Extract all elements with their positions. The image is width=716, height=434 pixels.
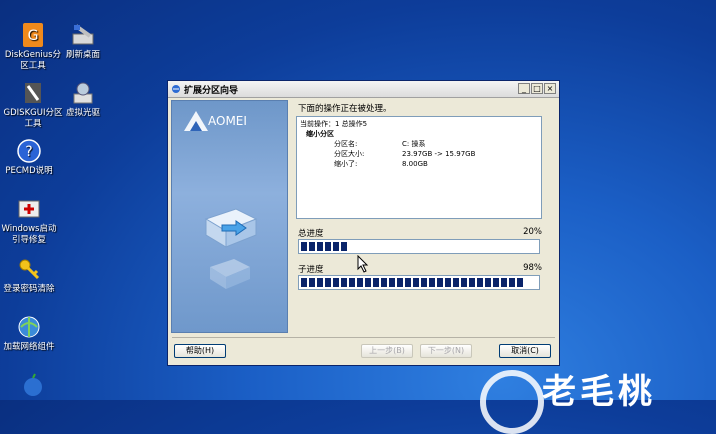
progress-segment bbox=[453, 278, 459, 287]
refresh-desktop-icon bbox=[72, 24, 94, 45]
log-row: 缩小了: 8.00GB bbox=[300, 159, 538, 169]
progress-segment bbox=[517, 278, 523, 287]
password-clear-icon bbox=[19, 259, 40, 280]
progress-segment bbox=[389, 278, 395, 287]
maximize-button[interactable]: □ bbox=[531, 83, 543, 94]
progress-segment bbox=[413, 278, 419, 287]
progress-segment bbox=[349, 278, 355, 287]
desktop-icon-password-clear[interactable]: 登录密码清除 bbox=[0, 256, 60, 295]
progress-segment bbox=[445, 278, 451, 287]
progress-segment bbox=[309, 278, 315, 287]
app-icon bbox=[172, 85, 180, 93]
disk-reflection-icon bbox=[210, 259, 250, 289]
progress-segment bbox=[325, 278, 331, 287]
progress-segment bbox=[501, 278, 507, 287]
log-value: 8.00GB bbox=[402, 160, 428, 168]
log-value: C: 操系 bbox=[402, 140, 426, 148]
desktop-icon-pecmd[interactable]: ? PECMD说明 bbox=[0, 138, 60, 177]
next-button[interactable]: 下一步(N) bbox=[420, 344, 472, 358]
progress-segment bbox=[301, 278, 307, 287]
close-button[interactable]: × bbox=[544, 83, 556, 94]
desktop-icon-partial[interactable] bbox=[2, 372, 64, 400]
progress-segment bbox=[461, 278, 467, 287]
progress-segment bbox=[357, 278, 363, 287]
svg-text:G: G bbox=[28, 28, 39, 44]
wizard-banner: AOMEI bbox=[171, 100, 288, 333]
title-bar[interactable]: 扩展分区向导 _ □ × bbox=[168, 81, 559, 98]
progress-segment bbox=[373, 278, 379, 287]
watermark-logo bbox=[480, 370, 544, 434]
watermark: 老毛桃 bbox=[470, 362, 716, 434]
disk-arrow-icon bbox=[204, 208, 258, 248]
progress-segment bbox=[509, 278, 515, 287]
desktop-icon-refresh[interactable]: 刷新桌面 bbox=[52, 22, 114, 61]
progress-segment bbox=[381, 278, 387, 287]
progress-segment bbox=[317, 242, 323, 251]
desktop-icon-label: 刷新桌面 bbox=[65, 50, 100, 60]
pecmd-help-icon: ? bbox=[17, 139, 41, 163]
desktop-icon-network[interactable]: 加载网络组件 bbox=[0, 314, 60, 353]
desktop-icon-boot-repair[interactable]: Windows启动引导修复 bbox=[0, 196, 60, 246]
progress-segment bbox=[317, 278, 323, 287]
operation-log[interactable]: 当前操作：1 总操作5 缩小分区 分区名: C: 操系 分区大小: 23.97G… bbox=[296, 116, 542, 219]
desktop-icon-virtual-drive[interactable]: 虚拟光驱 bbox=[52, 80, 114, 119]
mouse-cursor-icon bbox=[357, 255, 369, 273]
windows-boot-repair-icon bbox=[18, 200, 40, 218]
progress-segment bbox=[437, 278, 443, 287]
svg-text:?: ? bbox=[25, 144, 32, 160]
cancel-button[interactable]: 取消(C) bbox=[499, 344, 551, 358]
desktop-icon-label: PECMD说明 bbox=[5, 166, 53, 176]
network-component-icon bbox=[18, 316, 40, 338]
progress-segment bbox=[333, 278, 339, 287]
sub-progress-percent: 98% bbox=[523, 263, 542, 273]
desktop-icon-label: 加载网络组件 bbox=[3, 342, 55, 352]
apple-icon bbox=[24, 373, 42, 396]
log-key: 分区名: bbox=[334, 140, 358, 148]
progress-segment bbox=[469, 278, 475, 287]
help-button[interactable]: 帮助(H) bbox=[174, 344, 226, 358]
progress-segment bbox=[333, 242, 339, 251]
progress-segment bbox=[341, 278, 347, 287]
log-key: 分区大小: bbox=[334, 150, 365, 158]
progress-segment bbox=[301, 242, 307, 251]
desktop-icon-label: 登录密码清除 bbox=[3, 284, 55, 294]
progress-segment bbox=[405, 278, 411, 287]
progress-segment bbox=[421, 278, 427, 287]
extend-partition-wizard-window: 扩展分区向导 _ □ × AOMEI 下面的操作正在被处理。 当前操作：1 总操… bbox=[167, 80, 560, 366]
diskgenius-icon: G bbox=[23, 23, 43, 47]
sub-progress-label: 子进度 bbox=[298, 265, 324, 275]
minimize-button[interactable]: _ bbox=[518, 83, 530, 94]
desktop-icon-label: 虚拟光驱 bbox=[65, 108, 100, 118]
progress-segment bbox=[365, 278, 371, 287]
watermark-text: 老毛桃 bbox=[542, 372, 656, 412]
total-progress-label: 总进度 bbox=[298, 229, 324, 239]
footer-divider bbox=[172, 337, 555, 338]
progress-segment bbox=[397, 278, 403, 287]
status-heading: 下面的操作正在被处理。 bbox=[298, 104, 392, 114]
progress-segment bbox=[477, 278, 483, 287]
log-row: 分区大小: 23.97GB -> 15.97GB bbox=[300, 149, 538, 159]
prev-button[interactable]: 上一步(B) bbox=[361, 344, 413, 358]
total-progress-bar bbox=[298, 239, 540, 254]
progress-segment bbox=[485, 278, 491, 287]
total-progress-percent: 20% bbox=[523, 227, 542, 237]
sub-progress-bar bbox=[298, 275, 540, 290]
progress-segment bbox=[429, 278, 435, 287]
virtual-drive-icon bbox=[73, 82, 93, 104]
window-title: 扩展分区向导 bbox=[184, 86, 239, 96]
log-row: 分区名: C: 操系 bbox=[300, 139, 538, 149]
progress-segment bbox=[341, 242, 347, 251]
log-current-operation: 当前操作：1 总操作5 bbox=[300, 120, 368, 128]
wizard-content: 下面的操作正在被处理。 当前操作：1 总操作5 缩小分区 分区名: C: 操系 … bbox=[294, 100, 556, 333]
progress-segment bbox=[309, 242, 315, 251]
brand-name: AOMEI bbox=[208, 114, 247, 128]
log-key: 缩小了: bbox=[334, 160, 358, 168]
progress-segment bbox=[325, 242, 331, 251]
desktop-icon-label: Windows启动引导修复 bbox=[1, 224, 57, 245]
log-section-title: 缩小分区 bbox=[306, 130, 334, 138]
log-value: 23.97GB -> 15.97GB bbox=[402, 150, 476, 158]
gdiskgui-icon bbox=[25, 83, 41, 103]
progress-segment bbox=[493, 278, 499, 287]
